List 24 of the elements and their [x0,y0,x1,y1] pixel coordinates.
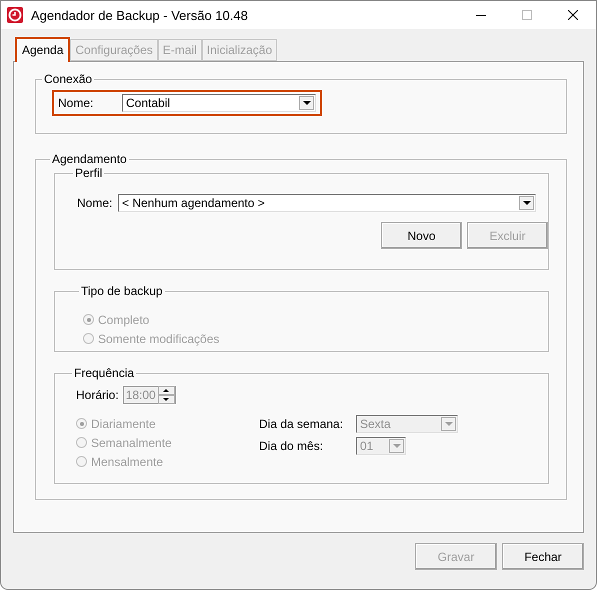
field-label: Dia da semana: [259,417,344,431]
group-title: Conexão [43,72,94,86]
clock-icon [7,7,23,23]
dropdown-arrow-icon [444,422,452,426]
field-label: Horário: [76,388,119,402]
group-title: Frequência [73,366,136,380]
profile-dropdown[interactable]: < Nenhum agendamento > [118,194,536,212]
dropdown-arrow-icon [522,201,530,205]
group-title: Tipo de backup [80,284,164,298]
close-icon [568,10,578,20]
window-title: Agendador de Backup - Versão 10.48 [31,8,249,22]
minimize-icon [476,14,486,16]
tab[interactable]: Agenda [15,37,70,62]
field-label: Dia do mês: [259,439,324,453]
group-title: Perfil [74,166,104,180]
dialog-button[interactable]: Fechar [502,543,584,570]
profile-button[interactable]: Novo [381,222,462,249]
group-title: Agendamento [51,152,128,166]
dropdown-arrow-icon [392,444,400,448]
field-label: Nome: [77,196,114,210]
name-dropdown[interactable]: Contabil [122,94,316,112]
field-label: Nome: [58,96,94,110]
maximize-icon [522,10,532,20]
dropdown-arrow-icon [302,101,310,105]
